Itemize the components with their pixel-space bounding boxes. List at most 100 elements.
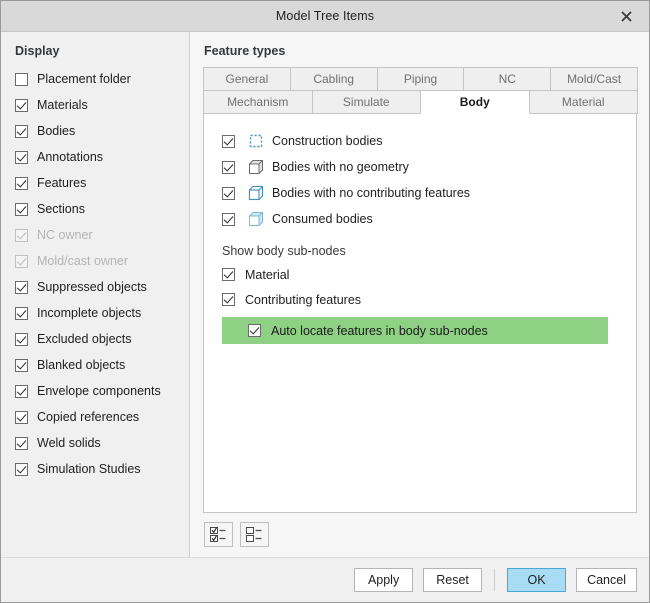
- tab-cabling[interactable]: Cabling: [290, 67, 378, 91]
- display-item-label: Materials: [37, 98, 88, 112]
- feature-types-panel: Feature types GeneralCablingPipingNCMold…: [190, 32, 649, 557]
- display-item-checkbox[interactable]: [15, 177, 28, 190]
- display-item-row: Mold/cast owner: [15, 250, 189, 272]
- tab-row-2: Mechanism Simulate Body Material: [203, 90, 637, 114]
- display-item-checkbox[interactable]: [15, 281, 28, 294]
- body-item-checkbox[interactable]: [222, 187, 235, 200]
- display-item-checkbox[interactable]: [15, 463, 28, 476]
- display-item-label: Excluded objects: [37, 332, 132, 346]
- subnode-item-row[interactable]: Contributing features: [218, 287, 624, 312]
- display-item-label: Sections: [37, 202, 85, 216]
- display-item-label: Simulation Studies: [37, 462, 141, 476]
- display-item-row[interactable]: Placement folder: [15, 68, 189, 90]
- dashed-blue-square-icon: [248, 133, 264, 149]
- auto-locate-features-checkbox[interactable]: [248, 324, 261, 337]
- display-item-label: Blanked objects: [37, 358, 125, 372]
- body-item-label: Bodies with no geometry: [272, 160, 409, 174]
- body-item-row[interactable]: Construction bodies: [218, 128, 624, 154]
- display-item-row[interactable]: Simulation Studies: [15, 458, 189, 480]
- display-item-row[interactable]: Excluded objects: [15, 328, 189, 350]
- display-checkbox-list: Placement folder Materials Bodies Annotatio…: [1, 66, 189, 480]
- tab-body[interactable]: Body: [420, 90, 530, 114]
- body-item-row[interactable]: Bodies with no contributing features: [218, 180, 624, 206]
- selection-toolbar: [203, 513, 637, 557]
- subnode-item-checkbox[interactable]: [222, 268, 235, 281]
- subnode-items-list: Material Contributing features: [218, 262, 624, 312]
- auto-locate-features-label: Auto locate features in body sub-nodes: [271, 324, 488, 338]
- tab-label: General: [226, 72, 269, 86]
- display-item-row[interactable]: Suppressed objects: [15, 276, 189, 298]
- tab-label: Mechanism: [227, 95, 288, 109]
- model-tree-items-dialog: Model Tree Items Display Placement folde…: [0, 0, 650, 603]
- reset-button[interactable]: Reset: [423, 568, 482, 592]
- display-item-checkbox[interactable]: [15, 385, 28, 398]
- display-item-row[interactable]: Envelope components: [15, 380, 189, 402]
- tab-mold-cast[interactable]: Mold/Cast: [550, 67, 638, 91]
- display-item-row[interactable]: Features: [15, 172, 189, 194]
- tab-label: Body: [460, 95, 490, 109]
- tab-mechanism[interactable]: Mechanism: [203, 90, 313, 114]
- display-item-checkbox[interactable]: [15, 333, 28, 346]
- display-item-checkbox[interactable]: [15, 437, 28, 450]
- tab-simulate[interactable]: Simulate: [312, 90, 422, 114]
- tab-material[interactable]: Material: [529, 90, 639, 114]
- display-item-row[interactable]: Weld solids: [15, 432, 189, 454]
- apply-button[interactable]: Apply: [354, 568, 413, 592]
- dialog-footer: Apply Reset OK Cancel: [1, 557, 649, 602]
- display-item-checkbox: [15, 229, 28, 242]
- display-item-checkbox[interactable]: [15, 307, 28, 320]
- display-item-row[interactable]: Annotations: [15, 146, 189, 168]
- display-item-row[interactable]: Incomplete objects: [15, 302, 189, 324]
- display-item-checkbox[interactable]: [15, 359, 28, 372]
- body-item-checkbox[interactable]: [222, 161, 235, 174]
- body-item-row[interactable]: Consumed bodies: [218, 206, 624, 232]
- tab-label: NC: [499, 72, 516, 86]
- close-icon[interactable]: [604, 1, 649, 31]
- tab-label: Simulate: [343, 95, 390, 109]
- display-item-checkbox[interactable]: [15, 411, 28, 424]
- display-item-row[interactable]: Bodies: [15, 120, 189, 142]
- body-item-checkbox[interactable]: [222, 213, 235, 226]
- light-blue-cube-icon: [248, 211, 264, 227]
- subnode-item-checkbox[interactable]: [222, 293, 235, 306]
- display-item-label: Envelope components: [37, 384, 161, 398]
- gray-cube-icon: [248, 159, 264, 175]
- subnode-item-label: Material: [245, 268, 289, 282]
- tab-label: Piping: [404, 72, 437, 86]
- body-item-checkbox[interactable]: [222, 135, 235, 148]
- tab-row-1: General Cabling Piping NC Mold/Cast: [203, 67, 637, 91]
- display-item-checkbox[interactable]: [15, 203, 28, 216]
- display-item-label: Bodies: [37, 124, 75, 138]
- subnode-item-row[interactable]: Material: [218, 262, 624, 287]
- display-item-row[interactable]: Sections: [15, 198, 189, 220]
- display-item-checkbox[interactable]: [15, 151, 28, 164]
- display-item-label: Mold/cast owner: [37, 254, 128, 268]
- cancel-button[interactable]: Cancel: [576, 568, 637, 592]
- display-item-row[interactable]: Copied references: [15, 406, 189, 428]
- display-item-checkbox[interactable]: [15, 99, 28, 112]
- tab-piping[interactable]: Piping: [377, 67, 465, 91]
- display-item-row[interactable]: Blanked objects: [15, 354, 189, 376]
- display-item-row[interactable]: Materials: [15, 94, 189, 116]
- display-item-label: Suppressed objects: [37, 280, 147, 294]
- uncheck-all-icon: [245, 526, 264, 543]
- display-item-label: Placement folder: [37, 72, 131, 86]
- uncheck-all-button[interactable]: [240, 522, 269, 547]
- ok-button[interactable]: OK: [507, 568, 566, 592]
- check-all-button[interactable]: [204, 522, 233, 547]
- display-item-label: NC owner: [37, 228, 93, 242]
- display-item-label: Features: [37, 176, 86, 190]
- display-item-checkbox[interactable]: [15, 125, 28, 138]
- show-body-subnodes-label: Show body sub-nodes: [218, 232, 624, 262]
- body-items-list: Construction bodies Bodies with no geomet…: [218, 128, 624, 232]
- body-item-label: Bodies with no contributing features: [272, 186, 470, 200]
- body-item-row[interactable]: Bodies with no geometry: [218, 154, 624, 180]
- display-item-label: Weld solids: [37, 436, 101, 450]
- tab-nc[interactable]: NC: [463, 67, 551, 91]
- tab-label: Cabling: [313, 72, 354, 86]
- dialog-body: Display Placement folderMaterialsBodiesA…: [1, 32, 649, 557]
- auto-locate-features-row[interactable]: Auto locate features in body sub-nodes: [222, 317, 608, 344]
- tab-general[interactable]: General: [203, 67, 291, 91]
- display-item-checkbox[interactable]: [15, 73, 28, 86]
- display-item-label: Annotations: [37, 150, 103, 164]
